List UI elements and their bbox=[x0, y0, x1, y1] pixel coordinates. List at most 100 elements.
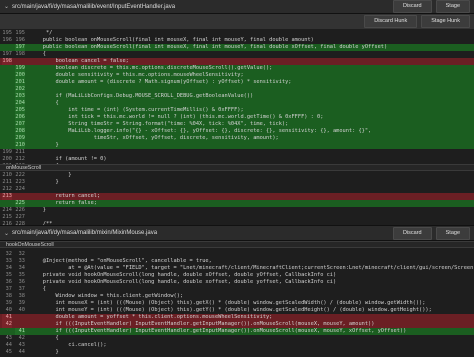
code-text: public boolean onMouseScroll(final int m… bbox=[30, 37, 314, 43]
stage-file-button[interactable]: Stage bbox=[435, 0, 470, 13]
discard-file-button[interactable]: Discard bbox=[392, 0, 432, 13]
new-line-number: 196 bbox=[15, 37, 25, 43]
code-text: boolean discrete = this.mc.options.discr… bbox=[30, 65, 273, 71]
old-line-number: 45 bbox=[5, 349, 12, 355]
chevron-down-icon[interactable]: ⌄ bbox=[4, 3, 12, 10]
context-line[interactable]: 32 32 bbox=[0, 251, 474, 258]
context-line[interactable]: 33 33 @Inject(method = "onMouseScroll", c… bbox=[0, 258, 474, 265]
added-line[interactable]: 41 if (((InputEventHandler) InputEventHa… bbox=[0, 328, 474, 335]
new-line-number: 39 bbox=[18, 300, 25, 306]
context-line[interactable]: 212 224 bbox=[0, 186, 474, 193]
added-line[interactable]: 202 bbox=[0, 86, 474, 93]
code-text: int mouseX = (int) (((Mouse) (Object) th… bbox=[30, 300, 426, 306]
context-line[interactable]: 40 40 int mouseY = (int) (((Mouse) (Objec… bbox=[0, 307, 474, 314]
new-line-number: 222 bbox=[15, 172, 25, 178]
old-line-number: 32 bbox=[5, 251, 12, 257]
removed-line[interactable]: 198 boolean cancel = false; bbox=[0, 58, 474, 65]
old-line-number: 214 bbox=[2, 207, 12, 213]
context-line[interactable]: 210 222 } bbox=[0, 172, 474, 179]
old-line-number: 44 bbox=[5, 342, 12, 348]
diff-hunk-2: 210 222 } 211 223 } 212 224 213 return cancel;… bbox=[0, 172, 474, 228]
old-line-number: 213 bbox=[2, 193, 12, 200]
new-line-number: 40 bbox=[18, 307, 25, 313]
context-line[interactable]: 35 35 private void hookOnMouseScroll(long… bbox=[0, 272, 474, 279]
discard-file-button[interactable]: Discard bbox=[392, 226, 432, 240]
file-header-mixin-mouse: ⌄ src/main/java/fi/dy/masa/malilib/mixin… bbox=[0, 225, 474, 241]
hunk-toolbar: Discard Hunk Stage Hunk bbox=[0, 14, 474, 29]
new-line-number: 204 bbox=[15, 100, 25, 107]
context-line[interactable]: 200 212 if (amount != 0) bbox=[0, 156, 474, 163]
context-line[interactable]: 34 34 at = @At(value = "FIELD", target = … bbox=[0, 265, 474, 272]
added-line[interactable]: 209 timeStr, xOffset, yOffset, discrete,… bbox=[0, 135, 474, 142]
added-line[interactable]: 201 double amount = (discrete ? Math.sig… bbox=[0, 79, 474, 86]
added-line[interactable]: 206 int tick = this.mc.world != null ? (… bbox=[0, 114, 474, 121]
new-line-number: 37 bbox=[18, 286, 25, 292]
hunk-header: onMouseScroll bbox=[0, 164, 474, 171]
context-line[interactable]: 197 198 { bbox=[0, 51, 474, 58]
new-line-number: 206 bbox=[15, 114, 25, 121]
new-line-number: 44 bbox=[18, 349, 25, 355]
context-line[interactable]: 199 211 bbox=[0, 149, 474, 156]
old-line-number: 200 bbox=[2, 156, 12, 162]
new-line-number: 212 bbox=[15, 156, 25, 162]
new-line-number: 227 bbox=[15, 214, 25, 220]
stage-file-button[interactable]: Stage bbox=[435, 226, 470, 240]
old-line-number: 195 bbox=[2, 30, 12, 36]
added-line[interactable]: 199 boolean discrete = this.mc.options.d… bbox=[0, 65, 474, 72]
context-line[interactable]: 45 44 } bbox=[0, 349, 474, 356]
stage-hunk-button[interactable]: Stage Hunk bbox=[421, 15, 470, 28]
chevron-down-icon[interactable]: ⌄ bbox=[4, 230, 12, 237]
new-line-number: 41 bbox=[15, 328, 25, 335]
old-line-number: 212 bbox=[2, 186, 12, 192]
old-line-number: 34 bbox=[5, 265, 12, 271]
added-line[interactable]: 208 MaLiLib.logger.info("{} - xOffset: {… bbox=[0, 128, 474, 135]
code-text: { bbox=[30, 335, 59, 341]
added-line[interactable]: 204 { bbox=[0, 100, 474, 107]
code-text: int tick = this.mc.world != null ? (int)… bbox=[30, 114, 324, 120]
code-text: } bbox=[30, 142, 59, 148]
discard-hunk-button[interactable]: Discard Hunk bbox=[364, 15, 418, 28]
context-line[interactable]: 38 38 Window window = this.client.getWind… bbox=[0, 293, 474, 300]
new-line-number: 202 bbox=[15, 86, 25, 93]
added-line[interactable]: 225 return false; bbox=[0, 200, 474, 207]
old-line-number: 199 bbox=[2, 149, 12, 155]
code-text: */ bbox=[30, 30, 53, 36]
old-line-number: 43 bbox=[5, 335, 12, 341]
context-line[interactable]: 37 37 { bbox=[0, 286, 474, 293]
removed-line[interactable]: 42 if (((InputEventHandler) InputEventHa… bbox=[0, 321, 474, 328]
context-line[interactable]: 214 226 } bbox=[0, 207, 474, 214]
code-text: at = @At(value = "FIELD", target = "Lnet… bbox=[68, 265, 474, 271]
removed-line[interactable]: 213 return cancel; bbox=[0, 193, 474, 200]
removed-line[interactable]: 41 double amount = yoffset * this.client… bbox=[0, 314, 474, 321]
new-line-number: 211 bbox=[15, 149, 25, 155]
code-text: if (((InputEventHandler) InputEventHandl… bbox=[30, 328, 407, 334]
added-line[interactable]: 203 if (MaLiLibConfigs.Debug.MOUSE_SCROL… bbox=[0, 93, 474, 100]
new-line-number: 38 bbox=[18, 293, 25, 299]
new-line-number: 226 bbox=[15, 207, 25, 213]
added-line[interactable]: 197 public boolean onMouseScroll(final i… bbox=[0, 44, 474, 51]
context-line[interactable]: 211 223 } bbox=[0, 179, 474, 186]
code-text: private void hookOnMouseScroll(long hand… bbox=[30, 279, 337, 285]
added-line[interactable]: 210 } bbox=[0, 142, 474, 149]
context-line[interactable]: 215 227 bbox=[0, 214, 474, 221]
added-line[interactable]: 205 int time = (int) (System.currentTime… bbox=[0, 107, 474, 114]
context-line[interactable]: 43 42 { bbox=[0, 335, 474, 342]
context-line[interactable]: 195 195 */ bbox=[0, 30, 474, 37]
code-text: @Inject(method = "onMouseScroll", cancel… bbox=[30, 258, 212, 264]
code-text: } bbox=[30, 172, 72, 178]
context-line[interactable]: 36 36 private void hookOnMouseScroll(long… bbox=[0, 279, 474, 286]
new-line-number: 208 bbox=[15, 128, 25, 135]
old-line-number: 196 bbox=[2, 37, 12, 43]
context-line[interactable]: 196 196 public boolean onMouseScroll(fina… bbox=[0, 37, 474, 44]
new-line-number: 200 bbox=[15, 72, 25, 79]
code-text: ci.cancel(); bbox=[30, 342, 107, 348]
context-line[interactable]: 39 39 int mouseX = (int) (((Mouse) (Objec… bbox=[0, 300, 474, 307]
added-line[interactable]: 207 String timeStr = String.format("time… bbox=[0, 121, 474, 128]
old-line-number: 35 bbox=[5, 272, 12, 278]
context-line[interactable]: 44 43 ci.cancel(); bbox=[0, 342, 474, 349]
old-line-number: 210 bbox=[2, 172, 12, 178]
added-line[interactable]: 200 double sensitivity = this.mc.options… bbox=[0, 72, 474, 79]
new-line-number: 195 bbox=[15, 30, 25, 36]
code-text: int mouseY = (int) (((Mouse) (Object) th… bbox=[30, 307, 432, 313]
code-text: boolean cancel = false; bbox=[30, 58, 129, 64]
